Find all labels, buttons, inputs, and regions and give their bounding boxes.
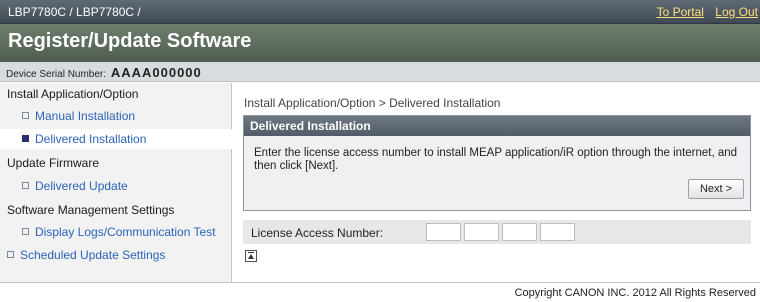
sidebar: Install Application/Option Manual Instal… — [0, 83, 232, 282]
license-field-2[interactable] — [464, 223, 499, 241]
bullet-icon — [22, 112, 29, 119]
sidebar-section-software-management[interactable]: Software Management Settings — [0, 203, 232, 217]
delivered-installation-panel: Delivered Installation Enter the license… — [243, 115, 751, 211]
serial-label: Device Serial Number: — [6, 69, 107, 80]
sidebar-item-label: Delivered Installation — [35, 132, 147, 146]
sidebar-item-delivered-installation[interactable]: Delivered Installation — [0, 129, 232, 149]
bullet-icon — [22, 182, 29, 189]
license-field-3[interactable] — [502, 223, 537, 241]
sidebar-item-label: Delivered Update — [35, 179, 128, 193]
sidebar-item-label: Manual Installation — [35, 109, 136, 123]
log-out-link[interactable]: Log Out — [715, 5, 758, 19]
bullet-icon — [22, 228, 29, 235]
title-bar: Register/Update Software — [0, 24, 760, 62]
main-content: Install Application/Option > Delivered I… — [233, 83, 760, 282]
license-access-label: License Access Number: — [251, 226, 384, 240]
sidebar-item-delivered-update[interactable]: Delivered Update — [0, 179, 232, 193]
footer: Copyright CANON INC. 2012 All Rights Res… — [0, 282, 760, 302]
back-to-top-icon[interactable] — [245, 250, 257, 262]
panel-message: Enter the license access number to insta… — [254, 147, 738, 172]
page-title: Register/Update Software — [8, 30, 252, 52]
breadcrumb: Install Application/Option > Delivered I… — [244, 96, 501, 110]
to-portal-link[interactable]: To Portal — [657, 5, 704, 19]
copyright-text: Copyright CANON INC. 2012 All Rights Res… — [514, 287, 756, 299]
sidebar-item-scheduled-update[interactable]: Scheduled Update Settings — [0, 248, 232, 262]
license-field-4[interactable] — [540, 223, 575, 241]
license-field-1[interactable] — [426, 223, 461, 241]
sidebar-item-label: Display Logs/Communication Test — [35, 225, 216, 239]
serial-value: AAAA000000 — [110, 65, 202, 80]
top-links: To Portal Log Out — [649, 5, 758, 19]
license-access-row: License Access Number: — [243, 220, 751, 244]
device-path: LBP7780C / LBP7780C / — [8, 5, 141, 19]
sidebar-item-manual-installation[interactable]: Manual Installation — [0, 109, 232, 123]
sidebar-section-install[interactable]: Install Application/Option — [0, 87, 232, 101]
serial-bar: Device Serial Number: AAAA000000 — [0, 62, 760, 82]
bullet-icon — [7, 251, 14, 258]
top-bar: LBP7780C / LBP7780C / To Portal Log Out — [0, 0, 760, 24]
next-button[interactable]: Next > — [688, 179, 744, 199]
sidebar-item-label: Scheduled Update Settings — [20, 248, 166, 262]
sidebar-item-display-logs[interactable]: Display Logs/Communication Test — [0, 225, 232, 239]
sidebar-section-update-firmware[interactable]: Update Firmware — [0, 156, 232, 170]
bullet-icon — [22, 135, 29, 142]
panel-title: Delivered Installation — [244, 116, 750, 136]
